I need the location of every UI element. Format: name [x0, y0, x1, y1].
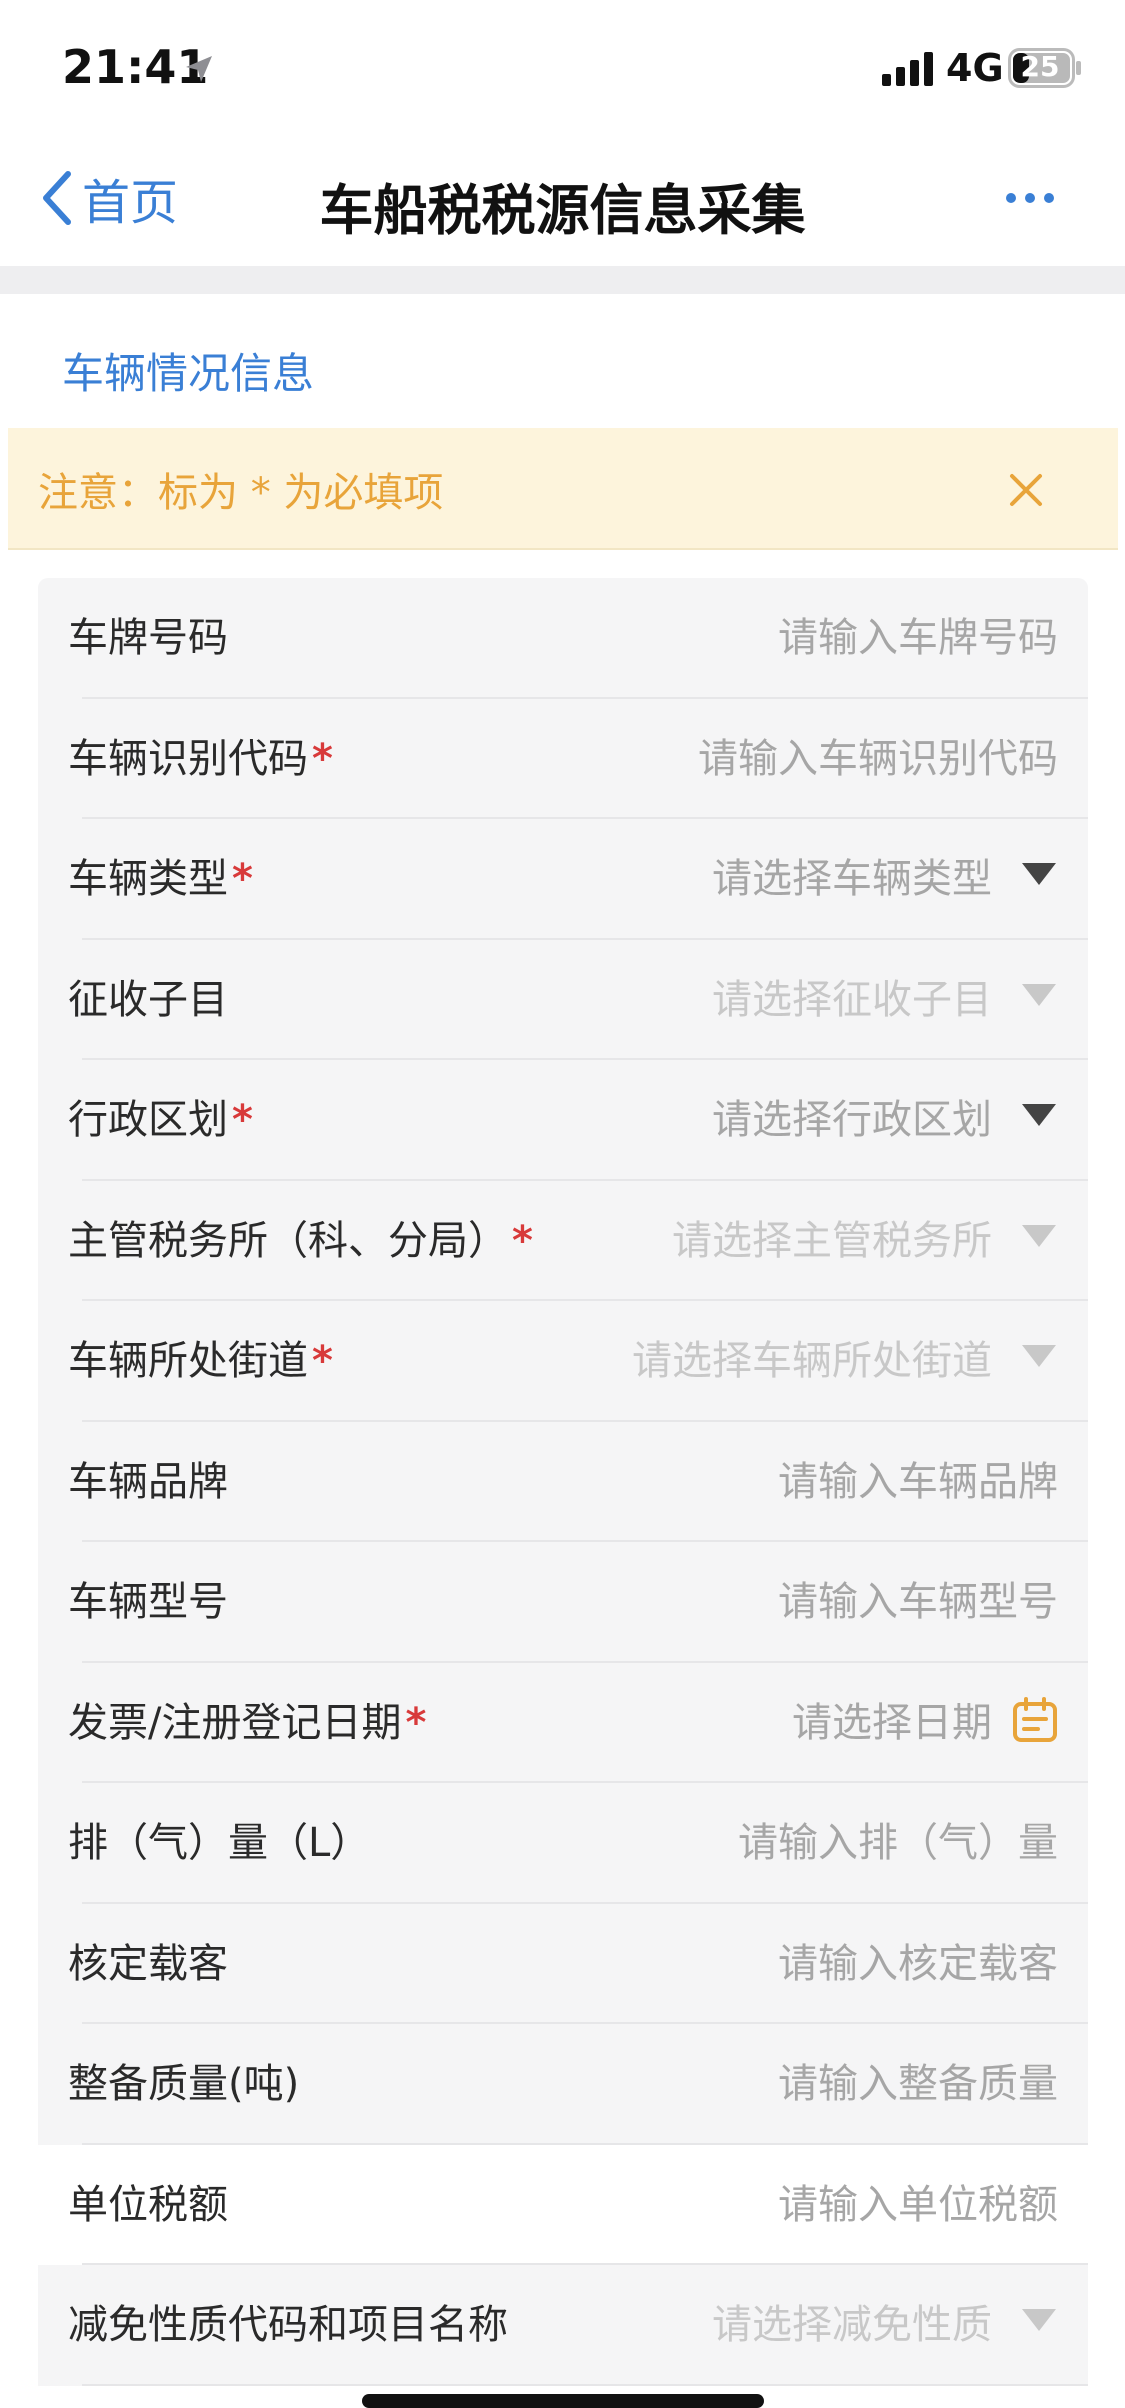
- select-placeholder[interactable]: 请选择减免性质: [712, 2265, 992, 2385]
- required-asterisk: *: [312, 735, 333, 782]
- field-label: 车辆所处街道 *: [68, 1301, 333, 1421]
- required-asterisk: *: [232, 856, 253, 902]
- field-label: 车牌号码: [68, 578, 228, 698]
- form-row[interactable]: 行政区划 * 请选择行政区划: [38, 1060, 1088, 1181]
- form-row[interactable]: 排（气）量（L）: [38, 1783, 1088, 1904]
- location-arrow-icon: [186, 56, 212, 82]
- select-placeholder[interactable]: 请选择征收子目: [712, 940, 992, 1060]
- field-label-text: 整备质量(吨): [68, 2061, 300, 2107]
- caret-down-icon[interactable]: [1020, 982, 1058, 1008]
- form-row[interactable]: 核定载客: [38, 1903, 1088, 2024]
- status-bar: 21:41 4G 25: [0, 0, 1125, 130]
- field-label-text: 单位税额: [68, 2181, 228, 2228]
- text-input[interactable]: [538, 2024, 1058, 2144]
- select-placeholder[interactable]: 请选择车辆类型: [712, 819, 992, 939]
- field-label-text: 车牌号码: [68, 615, 228, 661]
- field-label: 征收子目: [68, 940, 228, 1060]
- field-label-text: 车辆所处街道: [68, 1338, 308, 1384]
- field-label-text: 车辆识别代码: [68, 735, 308, 782]
- form-row[interactable]: 主管税务所（科、分局） * 请选择主管税务所: [38, 1180, 1088, 1301]
- caret-down-icon[interactable]: [1020, 861, 1058, 887]
- form-row[interactable]: 车辆类型 * 请选择车辆类型: [38, 819, 1088, 940]
- field-label: 车辆识别代码 *: [68, 699, 333, 819]
- date-picker-placeholder[interactable]: 请选择日期: [792, 1663, 992, 1783]
- form-row[interactable]: 车辆识别代码 *: [38, 698, 1088, 819]
- form-row[interactable]: 单位税额: [38, 2144, 1088, 2265]
- section-title: 车辆情况信息: [62, 349, 315, 398]
- text-input[interactable]: [538, 578, 1058, 698]
- field-label: 整备质量(吨): [68, 2024, 299, 2144]
- caret-down-icon[interactable]: [1020, 1223, 1058, 1249]
- field-label: 车辆型号: [68, 1542, 228, 1662]
- field-label: 核定载客: [68, 1904, 228, 2024]
- field-label-text: 车辆类型: [68, 856, 228, 902]
- form-row[interactable]: 车辆品牌: [38, 1421, 1088, 1542]
- field-label-text: 核定载客: [68, 1940, 228, 1987]
- more-icon[interactable]: [1004, 190, 1056, 206]
- text-input[interactable]: [538, 1421, 1058, 1542]
- field-label: 单位税额: [68, 2145, 228, 2265]
- select-placeholder[interactable]: 请选择主管税务所: [672, 1181, 992, 1301]
- vehicle-info-form: 车牌号码车辆识别代码*车辆类型*请选择车辆类型征收子目请选择征收子目行政区划*请…: [38, 578, 1088, 2386]
- network-type: 4G: [946, 46, 1004, 90]
- field-label: 车辆类型 *: [68, 819, 253, 939]
- field-label-text: 发票/注册登记日期: [68, 1699, 402, 1746]
- field-label: 主管税务所（科、分局） *: [68, 1181, 533, 1301]
- navigation-bar: 首页 车船税税源信息采集: [0, 130, 1125, 266]
- form-row[interactable]: 征收子目 请选择征收子目: [38, 939, 1088, 1060]
- form-row[interactable]: 减免性质代码和项目名称 请选择减免性质: [38, 2265, 1088, 2386]
- calendar-icon[interactable]: [1012, 1696, 1058, 1743]
- text-input[interactable]: [538, 2144, 1058, 2265]
- row-divider: [82, 2383, 1088, 2386]
- text-input[interactable]: [538, 1903, 1058, 2024]
- field-label: 发票/注册登记日期 *: [68, 1663, 426, 1783]
- text-input[interactable]: [538, 1542, 1058, 1662]
- form-row[interactable]: 车牌号码: [38, 578, 1088, 699]
- field-label: 行政区划 *: [68, 1060, 253, 1180]
- field-label-text: 减免性质代码和项目名称: [68, 2302, 508, 2348]
- form-row[interactable]: 整备质量(吨): [38, 2024, 1088, 2145]
- required-asterisk: *: [232, 1097, 253, 1143]
- field-label-text: 车辆品牌: [68, 1458, 228, 1505]
- close-icon[interactable]: [1008, 472, 1044, 508]
- field-label-text: 排（气）量（L）: [68, 1820, 371, 1866]
- caret-down-icon[interactable]: [1020, 1102, 1058, 1128]
- notice-banner: 注意：标为 * 为必填项: [8, 428, 1118, 550]
- section-separator: [0, 266, 1125, 294]
- field-label: 减免性质代码和项目名称: [68, 2265, 508, 2385]
- cellular-signal-icon: [882, 52, 933, 86]
- field-label-text: 主管税务所（科、分局）: [68, 1217, 508, 1264]
- form-row[interactable]: 车辆所处街道 * 请选择车辆所处街道: [38, 1301, 1088, 1422]
- text-input[interactable]: [538, 698, 1058, 819]
- text-input[interactable]: [538, 1783, 1058, 1903]
- select-placeholder[interactable]: 请选择车辆所处街道: [632, 1301, 992, 1421]
- caret-down-icon[interactable]: [1020, 2307, 1058, 2333]
- required-asterisk: *: [405, 1699, 427, 1746]
- battery-level: 25: [1020, 50, 1060, 83]
- form-row[interactable]: 发票/注册登记日期 * 请选择日期: [38, 1662, 1088, 1783]
- page-title: 车船税税源信息采集: [319, 179, 806, 242]
- required-asterisk: *: [512, 1217, 533, 1264]
- required-asterisk: *: [312, 1338, 333, 1384]
- caret-down-icon[interactable]: [1020, 1343, 1058, 1369]
- field-label: 车辆品牌: [68, 1422, 228, 1542]
- form-row[interactable]: 车辆型号: [38, 1542, 1088, 1663]
- field-label-text: 征收子目: [68, 976, 228, 1023]
- select-placeholder[interactable]: 请选择行政区划: [712, 1060, 992, 1180]
- notice-text: 注意：标为 * 为必填项: [38, 470, 444, 516]
- field-label-text: 车辆型号: [68, 1579, 228, 1625]
- field-label-text: 行政区划: [68, 1097, 228, 1143]
- field-label: 排（气）量（L）: [68, 1783, 370, 1903]
